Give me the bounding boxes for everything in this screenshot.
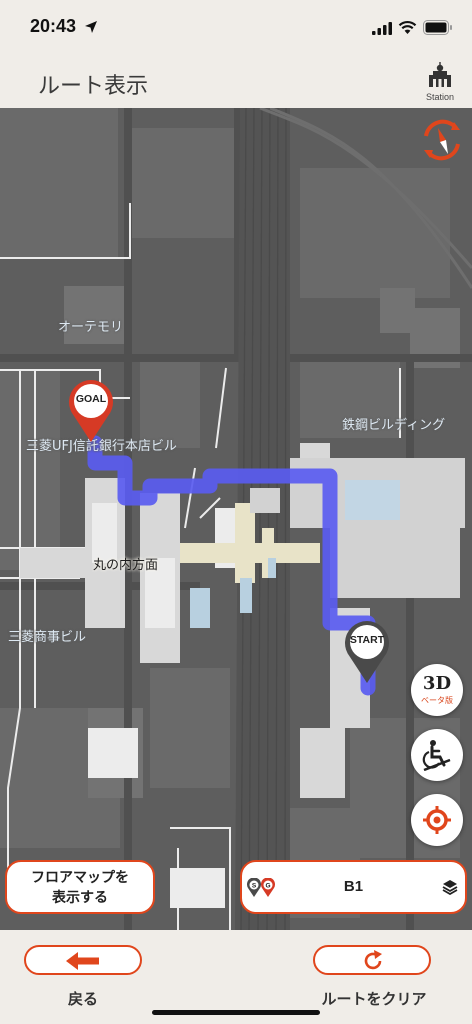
station-button[interactable]: Station (420, 60, 460, 104)
3d-label: 3D (422, 673, 452, 694)
goal-pin[interactable]: GOAL (66, 378, 116, 444)
wheelchair-icon (422, 740, 451, 771)
map-label-otemori: オーテモリ (58, 320, 124, 335)
battery-icon (423, 20, 452, 35)
start-pin-icon (345, 621, 389, 683)
status-time: 20:43 (30, 16, 77, 36)
start-pin[interactable]: START (342, 619, 392, 685)
compass-button[interactable] (418, 116, 466, 164)
clear-route-label: ルートをクリア (321, 990, 427, 1008)
layers-icon (442, 880, 458, 895)
refresh-icon (364, 950, 382, 970)
route-map[interactable]: オーテモリ 三菱UFJ信託銀行本店ビル 鉄鋼ビルディング 丸の内方面 三菱商事ビ… (0, 108, 472, 930)
signal-icon (372, 22, 392, 35)
wheelchair-route-button[interactable] (411, 729, 463, 781)
goal-pin-icon (69, 380, 113, 442)
station-label: Station (425, 92, 455, 102)
floor-selector[interactable]: S G B1 (240, 860, 467, 914)
map-label-mitsubishi-shoji: 三菱商事ビル (8, 630, 87, 645)
floor-map-label-line1: フロアマップを (31, 870, 129, 886)
3d-beta-label: ベータ版 (421, 696, 453, 705)
location-arrow-icon (85, 21, 97, 33)
back-arrow-icon (66, 952, 99, 970)
map-label-tekko: 鉄鋼ビルディング (342, 418, 446, 433)
show-floor-map-button[interactable]: フロアマップを 表示する (5, 860, 155, 914)
wifi-icon (398, 21, 417, 34)
current-floor: B1 (343, 878, 364, 895)
target-icon (423, 806, 451, 834)
back-label: 戻る (67, 990, 98, 1008)
station-icon (429, 62, 451, 87)
floor-map-label-line2: 表示する (52, 890, 108, 906)
clear-route-button[interactable] (313, 945, 431, 975)
page-title: ルート表示 (38, 74, 149, 99)
status-bar: 20:43 (0, 0, 472, 56)
header: ルート表示 Station (0, 56, 472, 108)
back-button[interactable] (24, 945, 142, 975)
goal-pin-label: GOAL (75, 393, 107, 405)
start-pin-label: START (349, 634, 385, 646)
map-base (0, 108, 472, 930)
map-label-marunouchi: 丸の内方面 (93, 558, 159, 573)
footer: 戻る ルートをクリア (0, 930, 472, 1024)
compass-icon (424, 119, 460, 161)
current-location-button[interactable] (411, 794, 463, 846)
3d-view-button[interactable]: 3D ベータ版 (411, 664, 463, 716)
home-indicator (152, 1010, 320, 1015)
